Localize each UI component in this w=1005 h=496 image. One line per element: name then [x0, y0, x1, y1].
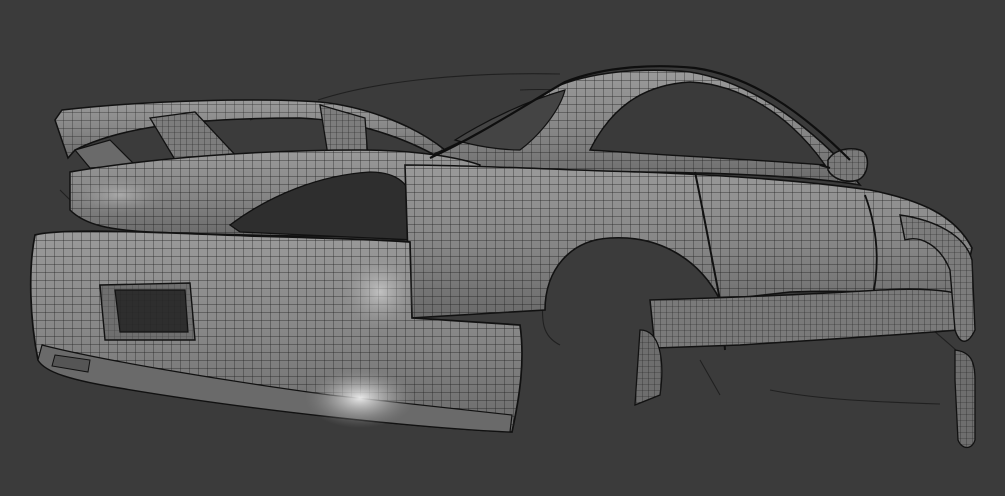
3d-viewport[interactable] — [0, 0, 1005, 496]
car-wireframe-render — [29, 65, 976, 449]
car-body — [29, 149, 973, 433]
